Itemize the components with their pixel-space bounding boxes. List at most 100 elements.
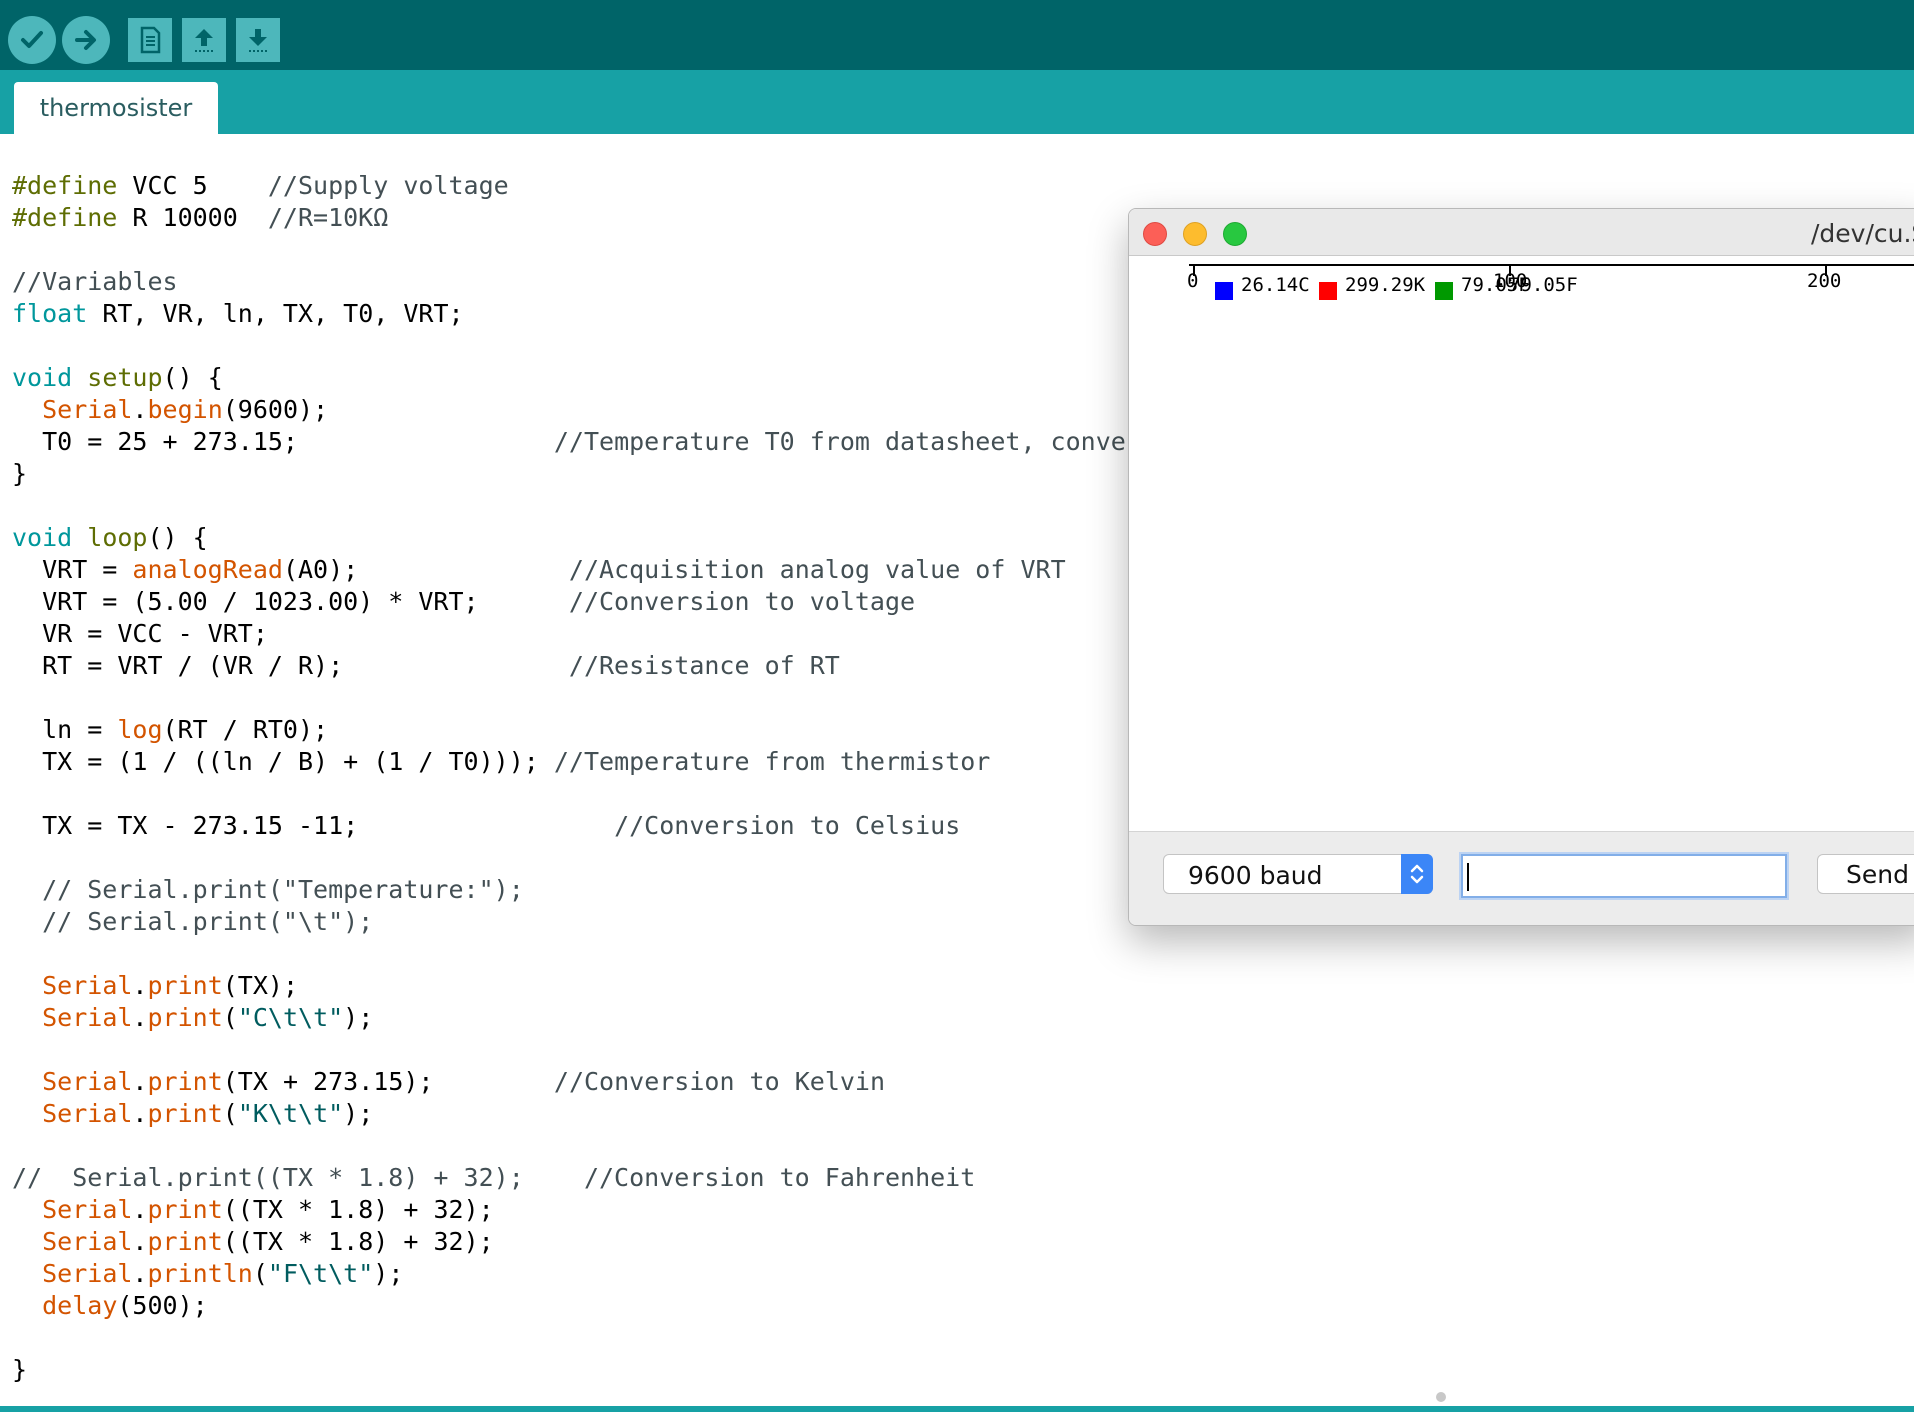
code-line[interactable] <box>12 682 1201 714</box>
baud-rate-select[interactable]: 9600 baud <box>1163 854 1433 894</box>
code-line[interactable] <box>12 1034 1201 1066</box>
code-token: "K\t\t" <box>237 1099 344 1128</box>
code-line[interactable]: Serial.print((TX * 1.8) + 32); <box>12 1226 1201 1258</box>
right-arrow-icon <box>75 30 96 50</box>
code-token: . <box>132 395 148 424</box>
code-token: ( <box>252 1259 268 1288</box>
code-token: //Conversion to voltage <box>568 587 916 616</box>
code-line[interactable]: } <box>12 458 1201 490</box>
code-token: (A0); <box>282 555 569 584</box>
code-token: (RT / RT0); <box>162 715 329 744</box>
code-token: ln = <box>12 715 118 744</box>
code-line[interactable]: T0 = 25 + 273.15; //Temperature T0 from … <box>12 426 1201 458</box>
code-token: . <box>132 1227 148 1256</box>
code-token: print <box>147 1195 223 1224</box>
code-text[interactable]: #define VCC 5 //Supply voltage #define R … <box>12 170 1201 1386</box>
code-token: // Serial.print("\t"); <box>12 907 374 936</box>
code-token: print <box>147 1003 223 1032</box>
code-line[interactable]: Serial.print("K\t\t"); <box>12 1098 1201 1130</box>
code-token: "F\t\t" <box>267 1259 374 1288</box>
code-token: void <box>12 523 73 552</box>
send-button[interactable]: Send <box>1817 854 1914 894</box>
new-button[interactable] <box>128 18 172 62</box>
code-line[interactable] <box>12 938 1201 970</box>
code-token: RT = VRT / (VR / R); <box>12 651 569 680</box>
code-line[interactable]: void setup() { <box>12 362 1201 394</box>
open-button[interactable] <box>182 18 226 62</box>
code-line[interactable]: VR = VCC - VRT; <box>12 618 1201 650</box>
checkmark-icon <box>21 31 43 48</box>
code-token: //Variables <box>12 267 178 296</box>
send-text-input[interactable] <box>1461 854 1787 898</box>
baud-rate-value: 9600 baud <box>1188 861 1323 890</box>
code-token: (9600); <box>222 395 329 424</box>
code-token: ( <box>222 1099 238 1128</box>
code-token: Serial <box>42 1227 133 1256</box>
code-token: analogRead <box>132 555 283 584</box>
code-token: //Acquisition analog value of VRT <box>568 555 1066 584</box>
code-token: Serial <box>42 1067 133 1096</box>
code-token: setup <box>87 363 163 392</box>
code-line[interactable]: VRT = (5.00 / 1023.00) * VRT; //Conversi… <box>12 586 1201 618</box>
code-line[interactable]: ln = log(RT / RT0); <box>12 714 1201 746</box>
code-line[interactable]: } <box>12 1354 1201 1386</box>
code-line[interactable] <box>12 234 1201 266</box>
code-token: . <box>132 1003 148 1032</box>
code-line[interactable]: Serial.print(TX + 273.15); //Conversion … <box>12 1066 1201 1098</box>
code-line[interactable]: #define VCC 5 //Supply voltage <box>12 170 1201 202</box>
code-line[interactable]: VRT = analogRead(A0); //Acquisition anal… <box>12 554 1201 586</box>
code-line[interactable] <box>12 778 1201 810</box>
minimize-window-button[interactable] <box>1183 222 1207 246</box>
upload-button[interactable] <box>62 16 110 64</box>
verify-button[interactable] <box>8 16 56 64</box>
code-token: //Conversion to Celsius <box>614 811 961 840</box>
code-line[interactable]: TX = (1 / ((ln / B) + (1 / T0))); //Temp… <box>12 746 1201 778</box>
code-token: (TX + 273.15); <box>222 1067 554 1096</box>
code-line[interactable]: //Variables <box>12 266 1201 298</box>
code-line[interactable]: Serial.print((TX * 1.8) + 32); <box>12 1194 1201 1226</box>
code-token: } <box>12 1355 28 1384</box>
select-arrows-icon <box>1401 854 1433 894</box>
code-token: () { <box>162 363 223 392</box>
legend-label-celsius: 26.14C <box>1241 274 1310 296</box>
code-line[interactable]: // Serial.print((TX * 1.8) + 32); //Conv… <box>12 1162 1201 1194</box>
code-line[interactable]: #define R 10000 //R=10KΩ <box>12 202 1201 234</box>
code-line[interactable]: Serial.print("C\t\t"); <box>12 1002 1201 1034</box>
code-line[interactable]: void loop() { <box>12 522 1201 554</box>
maximize-window-button[interactable] <box>1223 222 1247 246</box>
code-token: ); <box>343 1099 374 1128</box>
save-button[interactable] <box>236 18 280 62</box>
code-line[interactable]: // Serial.print("\t"); <box>12 906 1201 938</box>
code-line[interactable]: Serial.print(TX); <box>12 970 1201 1002</box>
code-line[interactable] <box>12 490 1201 522</box>
close-window-button[interactable] <box>1143 222 1167 246</box>
send-button-label: Send <box>1846 860 1909 889</box>
code-line[interactable]: Serial.begin(9600); <box>12 394 1201 426</box>
code-line[interactable]: // Serial.print("Temperature:"); <box>12 874 1201 906</box>
code-token: "C\t\t" <box>237 1003 344 1032</box>
code-token: print <box>147 971 223 1000</box>
code-line[interactable] <box>12 1130 1201 1162</box>
code-token: log <box>117 715 163 744</box>
code-line[interactable] <box>12 842 1201 874</box>
code-token: // Serial.print("Temperature:"); <box>12 875 524 904</box>
code-token: #define <box>12 203 118 232</box>
code-token: float <box>12 299 88 328</box>
code-token: print <box>147 1227 223 1256</box>
code-line[interactable] <box>12 330 1201 362</box>
scroll-indicator[interactable] <box>1436 1392 1446 1402</box>
code-line[interactable]: delay(500); <box>12 1290 1201 1322</box>
legend-label-fahrenheit-overlap: 79.05F <box>1509 274 1578 296</box>
code-line[interactable]: RT = VRT / (VR / R); //Resistance of RT <box>12 650 1201 682</box>
window-titlebar[interactable]: /dev/cu.S <box>1129 209 1914 256</box>
code-line[interactable]: TX = TX - 273.15 -11; //Conversion to Ce… <box>12 810 1201 842</box>
code-line[interactable]: Serial.println("F\t\t"); <box>12 1258 1201 1290</box>
code-token: VRT = <box>12 555 133 584</box>
tab-thermosister[interactable]: thermosister <box>14 82 218 134</box>
plot-area: 0 100 200 26.14C 299.29K 79.05F 79.05F <box>1129 256 1914 831</box>
code-line[interactable] <box>12 1322 1201 1354</box>
code-line[interactable]: float RT, VR, ln, TX, T0, VRT; <box>12 298 1201 330</box>
